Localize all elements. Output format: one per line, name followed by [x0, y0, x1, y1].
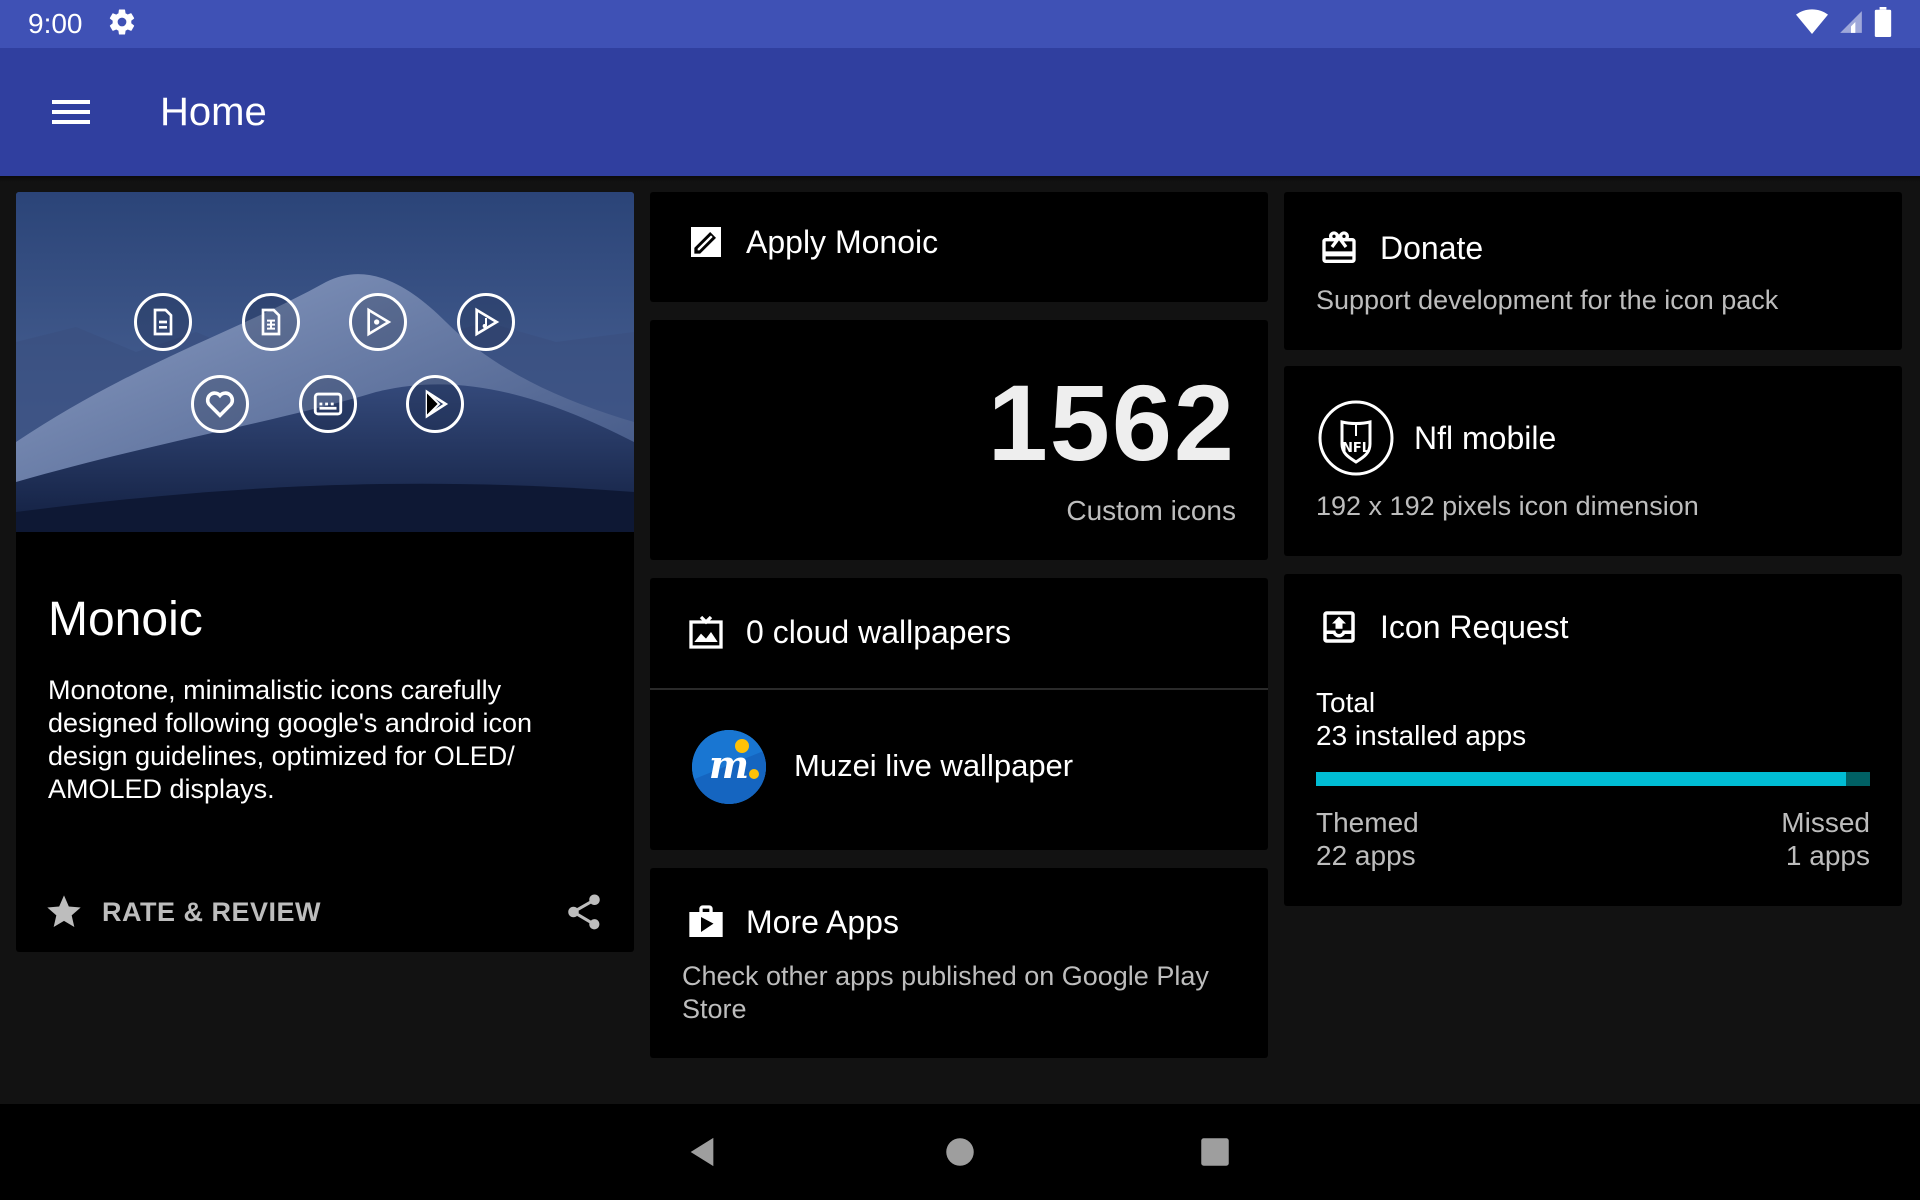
navigation-menu-button[interactable] [0, 48, 144, 176]
more-apps-card[interactable]: More Apps Check other apps published on … [650, 868, 1268, 1058]
sheets-icon [242, 293, 300, 351]
more-apps-subtitle: Check other apps published on Google Pla… [682, 961, 1209, 1024]
apply-card[interactable]: Apply Monoic [650, 192, 1268, 302]
icons-count-card[interactable]: 1562 Custom icons [650, 320, 1268, 560]
icon-request-upload-icon [1323, 611, 1355, 643]
hamburger-menu-icon [52, 100, 90, 124]
apply-title: Apply Monoic [746, 223, 939, 260]
muzei-label: Muzei live wallpaper [794, 748, 1074, 783]
share-button[interactable] [556, 884, 612, 940]
rate-review-label: RATE & REVIEW [102, 896, 322, 927]
wallpaper-image-icon [689, 615, 723, 649]
fit-heart-icon [191, 375, 249, 433]
wallpapers-card: 0 cloud wallpapers m Muzei live wallpape… [650, 578, 1268, 850]
gear-icon [107, 7, 137, 42]
donate-subtitle: Support development for the icon pack [1316, 285, 1779, 315]
donate-title: Donate [1380, 229, 1484, 266]
svg-text:NFL: NFL [1342, 441, 1370, 456]
app-description: Monotone, minimalistic icons carefully d… [48, 675, 532, 804]
play-bag-icon [689, 905, 723, 937]
play-music-icon [457, 293, 515, 351]
total-label: Total [1316, 687, 1376, 718]
more-apps-title: More Apps [746, 903, 899, 940]
play-store-icon [406, 375, 464, 433]
page-title: Home [160, 89, 267, 134]
docs-icon [134, 293, 192, 351]
status-bar: 9:00 [0, 0, 1920, 48]
themed-value: 22 apps [1316, 840, 1416, 871]
total-value: 23 installed apps [1316, 720, 1527, 751]
app-info-card: Monoic Monotone, minimalistic icons care… [16, 192, 634, 952]
recents-icon [1201, 1138, 1229, 1166]
dune-landscape-image [16, 192, 634, 532]
play-games-icon [349, 293, 407, 351]
battery-icon [1874, 6, 1892, 42]
icon-request-card[interactable]: Icon Request Total 23 installed apps The… [1284, 574, 1902, 906]
signal-icon [1838, 9, 1864, 40]
status-icons [1796, 6, 1892, 42]
wifi-icon [1796, 8, 1828, 41]
icons-count: 1562 [987, 362, 1236, 483]
back-icon [690, 1137, 714, 1167]
home-icon [946, 1138, 974, 1166]
donate-card[interactable]: Donate Support development for the icon … [1284, 192, 1902, 350]
icon-request-title: Icon Request [1380, 608, 1569, 645]
app-toolbar: Home [0, 48, 1920, 176]
gift-card-icon [1322, 231, 1356, 263]
request-progress-bar [1316, 772, 1870, 786]
preview-wallpaper-image [16, 192, 634, 532]
share-icon [568, 894, 600, 930]
recents-button[interactable] [1167, 1104, 1263, 1200]
random-icon-subtitle: 192 x 192 pixels icon dimension [1316, 491, 1699, 521]
home-button[interactable] [912, 1104, 1008, 1200]
app-name: Monoic [48, 593, 203, 646]
random-icon-card[interactable]: NFL Nfl mobile 192 x 192 pixels icon dim… [1284, 366, 1902, 556]
cloud-wallpapers-row[interactable]: 0 cloud wallpapers [686, 612, 1011, 652]
apply-edit-icon [691, 227, 721, 257]
rate-review-button[interactable]: RATE & REVIEW [44, 882, 321, 942]
gboard-icon [299, 375, 357, 433]
muzei-row[interactable]: m Muzei live wallpaper [650, 690, 1268, 850]
missed-value: 1 apps [1785, 840, 1870, 871]
system-navigation-bar [0, 1104, 1920, 1200]
missed-label: Missed [1781, 807, 1870, 838]
themed-label: Themed [1316, 807, 1419, 838]
back-button[interactable] [654, 1104, 750, 1200]
svg-text:m: m [709, 742, 749, 787]
status-time: 9:00 [28, 8, 83, 39]
random-icon-title: Nfl mobile [1414, 419, 1557, 456]
star-icon [47, 895, 81, 927]
icons-caption: Custom icons [1066, 495, 1236, 526]
cloud-wallpapers-title: 0 cloud wallpapers [746, 613, 1012, 650]
nfl-icon: NFL [1318, 400, 1394, 476]
request-progress-fill [1316, 772, 1846, 786]
muzei-logo-icon: m [692, 730, 766, 804]
toolbar-shadow [0, 176, 1920, 182]
